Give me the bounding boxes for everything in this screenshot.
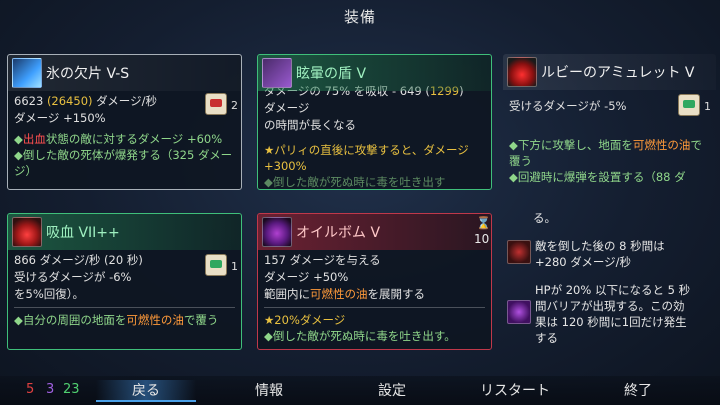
item-card-ice-shard[interactable]: 氷の欠片 V-S 6623 (26450) ダメージ/秒 ダメージ +150% …	[7, 54, 242, 190]
amulet-icon	[507, 57, 537, 87]
item-name: 眩暈の盾 V	[296, 66, 367, 82]
mutation-text: HPが 20% 以下になると 5 秒 間バリアが出現する。この効 果は 120 …	[535, 283, 691, 345]
quit-button[interactable]: 終了	[588, 380, 688, 400]
purple-scroll-count: 3	[46, 382, 55, 397]
page-title: 装備	[343, 8, 376, 26]
scroll-icon	[205, 93, 227, 115]
scroll-count: 1	[231, 260, 238, 273]
info-button[interactable]: 情報	[219, 380, 319, 400]
damage-line: ダメージ +50%	[264, 270, 349, 284]
card-header: 氷の欠片 V-S	[8, 55, 241, 91]
ruby-effect-continued: る。	[533, 211, 556, 225]
mutation-icon	[507, 300, 531, 324]
oil-line: 範囲内に可燃性の油を展開する	[264, 287, 425, 301]
card-header: ルビーのアミュレット V	[503, 54, 716, 90]
item-card-vampirism[interactable]: 吸血 VII++ 866 ダメージ/秒 (20 秒) 受けるダメージが -6% …	[7, 213, 242, 350]
duration-line: の時間が長くなる	[264, 118, 356, 132]
effect-line: ★20%ダメージ	[264, 313, 346, 327]
mutation-text: 敵を倒した後の 8 秒間は +280 ダメージ/秒	[535, 239, 665, 269]
item-name: 氷の欠片 V-S	[46, 66, 130, 82]
damage-line: ダメージ	[264, 101, 310, 115]
back-button[interactable]: 戻る	[96, 380, 196, 402]
heal-line: を5%回復）。	[14, 287, 84, 301]
effect-line: ★パリィの直後に攻撃すると、ダメージ +300%	[264, 143, 469, 173]
effect-line: ◆倒した敵の死体が爆発する（325 ダメージ）	[14, 148, 233, 178]
divider	[14, 307, 235, 308]
card-header: オイルボム V	[258, 214, 491, 250]
item-name: 吸血 VII++	[46, 225, 120, 241]
dps-line: 866 ダメージ/秒 (20 秒)	[14, 253, 143, 267]
item-card-oil-bomb[interactable]: オイルボム V ⌛ 10 157 ダメージを与える ダメージ +50% 範囲内に…	[257, 213, 492, 350]
damage-reduction-line: 受けるダメージが -6%	[14, 270, 132, 284]
effect-line: ◆下方に攻撃し、地面を可燃性の油で覆う	[509, 138, 702, 168]
blood-drop-icon	[12, 217, 42, 247]
effect-line: ◆倒した敵が死ぬ時に毒を吐き出す	[264, 175, 446, 189]
damage-dealt-line: 157 ダメージを与える	[264, 253, 381, 267]
divider	[264, 307, 485, 308]
ice-shard-icon	[12, 58, 42, 88]
mutation-icon	[507, 240, 531, 264]
restart-button[interactable]: リスタート	[465, 380, 565, 400]
scroll-count: 1	[704, 100, 711, 113]
red-scroll-count: 5	[26, 382, 35, 397]
item-card-shield[interactable]: 眩暈の盾 V ダメージの 75% を吸収 - 649 (1299) ダメージ の…	[257, 54, 492, 190]
dps-line: 6623 (26450) ダメージ/秒	[14, 94, 157, 108]
cooldown-value: 10	[474, 232, 490, 246]
scroll-icon	[205, 254, 227, 276]
item-name: オイルボム V	[296, 225, 381, 241]
card-header: 眩暈の盾 V	[258, 55, 491, 91]
card-header: 吸血 VII++	[8, 214, 241, 250]
settings-button[interactable]: 設定	[342, 380, 442, 400]
hourglass-icon: ⌛	[476, 216, 491, 230]
effect-line: ◆回避時に爆弾を設置する（88 ダ	[509, 170, 686, 184]
green-scroll-count: 23	[63, 382, 80, 397]
damage-line: ダメージ +150%	[14, 111, 106, 125]
effect-line: ◆出血状態の敵に対するダメージ +60%	[14, 132, 223, 146]
shield-icon	[262, 58, 292, 88]
effect-line: ◆自分の周囲の地面を可燃性の油で覆う	[14, 313, 219, 327]
oil-bomb-icon	[262, 217, 292, 247]
scroll-count: 2	[231, 99, 238, 112]
item-name: ルビーのアミュレット V	[541, 65, 695, 81]
effect-line: ◆倒した敵が死ぬ時に毒を吐き出す。	[264, 329, 456, 343]
scroll-icon	[678, 94, 700, 116]
